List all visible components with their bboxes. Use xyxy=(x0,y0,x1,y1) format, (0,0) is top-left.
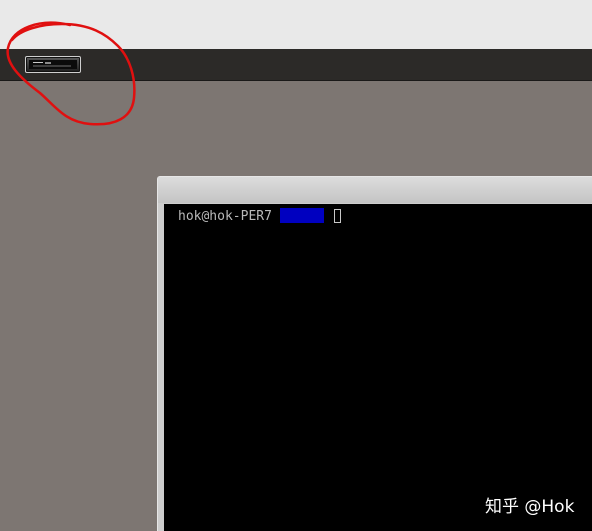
text-cursor xyxy=(333,209,341,223)
terminal-window-thumbnail-icon xyxy=(29,60,77,69)
watermark: 知乎 @Hok xyxy=(485,497,575,517)
prompt-path-highlight xyxy=(279,208,324,223)
top-panel xyxy=(0,49,592,81)
prompt-text: hok@hok-PER7 xyxy=(178,209,272,224)
terminal-body[interactable]: hok@hok-PER7 xyxy=(164,204,592,531)
terminal-titlebar[interactable] xyxy=(158,177,592,203)
prompt-line: hok@hok-PER7 xyxy=(178,208,341,225)
taskbar-terminal-button[interactable] xyxy=(25,56,81,73)
terminal-window[interactable]: hok@hok-PER7 xyxy=(157,176,592,531)
top-strip xyxy=(0,0,592,49)
